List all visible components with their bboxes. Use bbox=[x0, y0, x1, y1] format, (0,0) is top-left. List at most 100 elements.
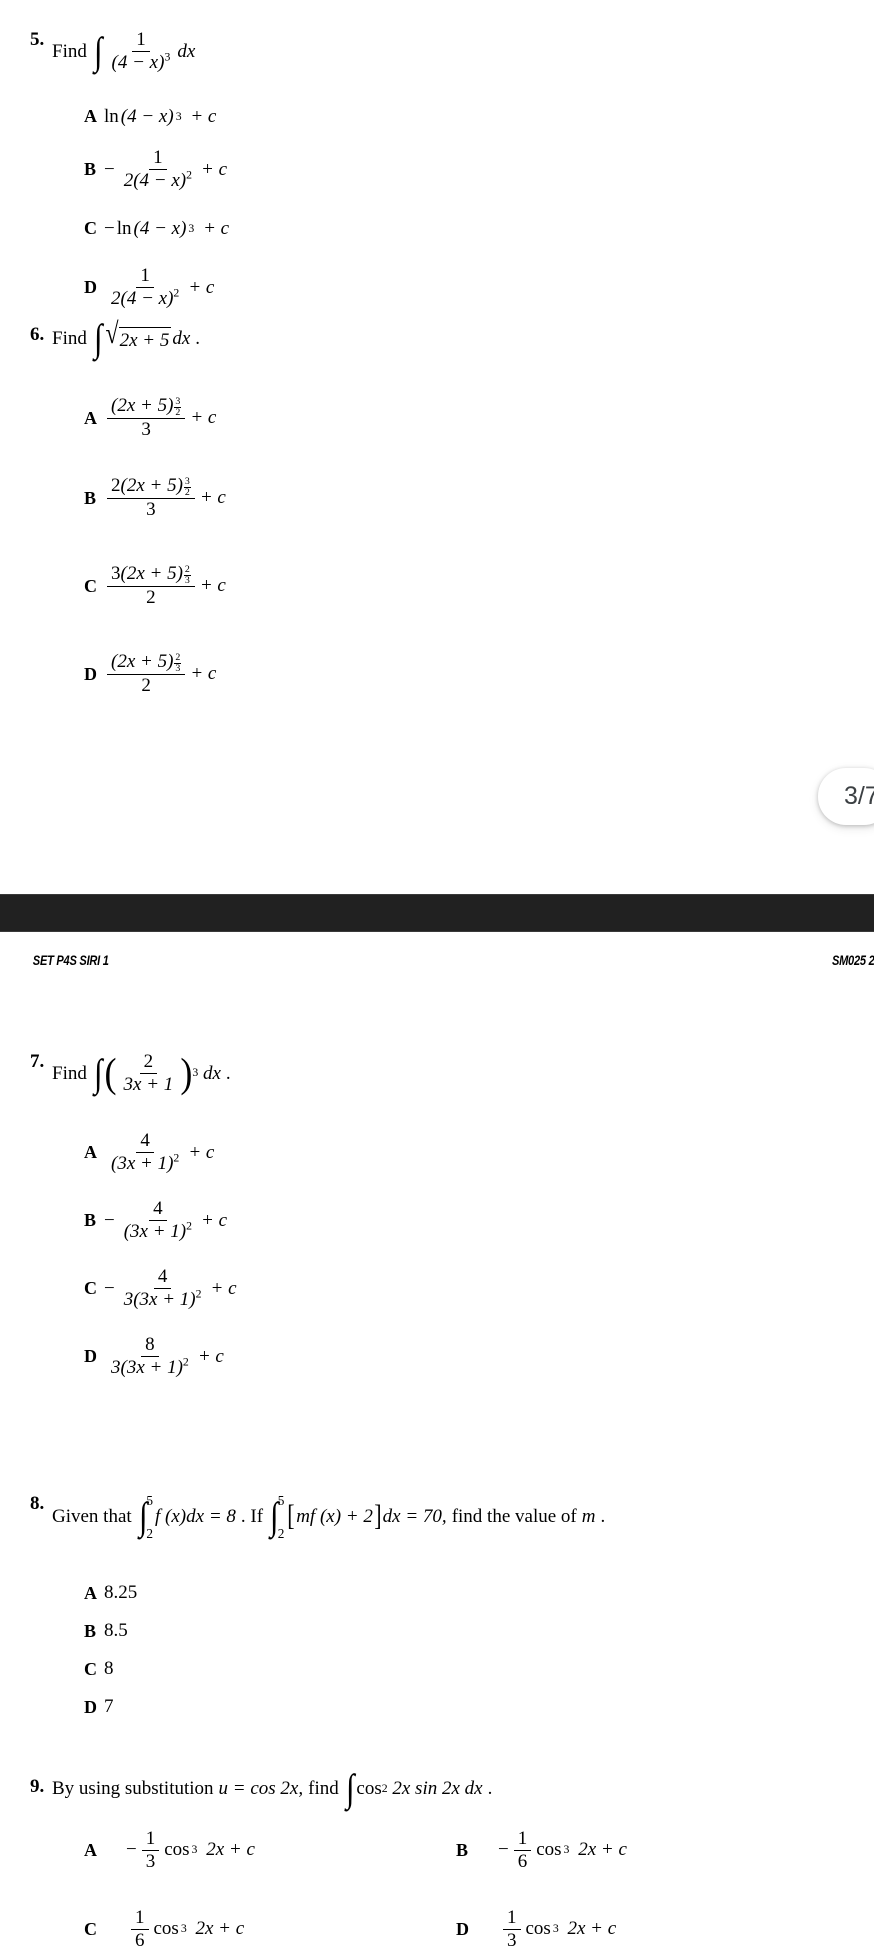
option-a-value: 8.25 bbox=[104, 1582, 138, 1603]
q5-integrand-numerator: 1 bbox=[132, 30, 150, 52]
option-d[interactable]: D 1 3 cos 3 2x + c bbox=[436, 1907, 872, 1951]
option-c[interactable]: C 1 6 cos 3 2x + c bbox=[0, 1907, 436, 1951]
question-9-options: A − 1 3 cos 3 2x + c B − 1 6 cos 3 2x + … bbox=[0, 1828, 874, 1951]
q6-radicand: 2x + 5 bbox=[118, 326, 172, 353]
question-6-lead: Find bbox=[52, 327, 87, 349]
question-9-mid: find bbox=[308, 1778, 339, 1799]
integral-expression: ∫ cos 2 2x sin 2x dx bbox=[345, 1767, 483, 1811]
option-b-letter: B bbox=[84, 1620, 97, 1641]
q7-inner-numerator: 2 bbox=[139, 1052, 158, 1074]
q7-differential: dx bbox=[202, 1062, 221, 1084]
q5-d-denominator-exponent: 2 bbox=[173, 287, 180, 301]
q7-b-numerator: 4 bbox=[149, 1199, 167, 1222]
radical-icon: √ bbox=[105, 317, 119, 351]
question-9-number: 9. bbox=[30, 1776, 45, 1797]
q7-a-constant: + c bbox=[188, 1141, 215, 1163]
q9-c-argument: 2x + c bbox=[195, 1918, 245, 1940]
question-7-prompt: 7. Find ∫ ( 2 3x + 1 ) 3 dx . bbox=[0, 1049, 874, 1096]
q5-b-denominator-exponent: 2 bbox=[186, 169, 193, 183]
document-page-2: SET P4S SIRI 1 SM025 2024/25 7. Find ∫ (… bbox=[0, 932, 874, 1955]
q6-b-numerator-base: (2x + 5) bbox=[120, 475, 183, 497]
right-paren: ) bbox=[180, 1049, 193, 1096]
q8-int2-after: dx = 70, bbox=[382, 1506, 447, 1528]
q6-differential: dx bbox=[172, 327, 191, 349]
q5-integrand-denominator-exponent: 3 bbox=[164, 50, 171, 64]
integral-expression: ∫ √ 2x + 5 dx bbox=[92, 316, 191, 360]
option-b[interactable]: B − 1 6 cos 3 2x + c bbox=[436, 1828, 872, 1872]
option-c[interactable]: C − 4 3(3x + 1)2 + c bbox=[0, 1255, 874, 1323]
question-9-prompt: 9. By using substitution u = cos 2x, fin… bbox=[0, 1767, 874, 1811]
option-a-letter: A bbox=[84, 1142, 97, 1163]
q7-a-numerator: 4 bbox=[136, 1131, 154, 1154]
question-8-tail: find the value of bbox=[451, 1506, 577, 1528]
q9-a-numerator: 1 bbox=[141, 1828, 160, 1851]
option-d[interactable]: D (2x + 5) 2 3 2 + c bbox=[0, 630, 874, 718]
option-a-letter: A bbox=[84, 106, 97, 127]
q7-c-denominator: 3(3x + 1) bbox=[123, 1289, 196, 1311]
question-8-mid: . If bbox=[240, 1506, 264, 1528]
q6-d-denominator: 2 bbox=[141, 675, 151, 697]
integral-icon: ∫ bbox=[270, 1495, 279, 1539]
q6-b-exponent-numerator: 3 bbox=[183, 475, 191, 488]
question-5-number: 5. bbox=[30, 29, 45, 50]
question-7-options: A 4 (3x + 1)2 + c B − 4 (3x + 1)2 + c C … bbox=[0, 1119, 874, 1391]
option-c[interactable]: C 3(2x + 5) 2 3 2 + c bbox=[0, 542, 874, 630]
q8-int2-body: mf (x) + 2 bbox=[296, 1506, 373, 1528]
question-7-lead: Find bbox=[52, 1062, 87, 1084]
option-d[interactable]: D 7 bbox=[0, 1688, 874, 1726]
q9-a-sign: − bbox=[126, 1839, 137, 1861]
option-b[interactable]: B 2(2x + 5) 3 2 3 + c bbox=[0, 454, 874, 542]
q7-inner-denominator: 3x + 1 bbox=[123, 1073, 174, 1095]
option-d-letter: D bbox=[84, 1346, 97, 1367]
option-a[interactable]: A 8.25 bbox=[0, 1574, 874, 1612]
q6-b-constant: + c bbox=[199, 487, 226, 509]
option-d[interactable]: D 8 3(3x + 1)2 + c bbox=[0, 1323, 874, 1391]
q8-int1-body: f (x)dx = 8 bbox=[155, 1506, 236, 1528]
q9-d-numerator: 1 bbox=[503, 1907, 521, 1930]
q7-c-sign: − bbox=[104, 1277, 115, 1299]
q6-a-numerator-base: (2x + 5) bbox=[111, 395, 174, 417]
question-6-prompt: 6. Find ∫ √ 2x + 5 dx . bbox=[0, 316, 874, 360]
option-b[interactable]: B − 4 (3x + 1)2 + c bbox=[0, 1187, 874, 1255]
option-a[interactable]: A 4 (3x + 1)2 + c bbox=[0, 1119, 874, 1187]
option-a[interactable]: A ln (4 − x) 3 + c bbox=[0, 95, 874, 139]
q6-b-coefficient: 2 bbox=[111, 475, 121, 497]
option-c[interactable]: C − ln (4 − x) 3 + c bbox=[0, 201, 874, 257]
header-course-code: SM025 2024/25 bbox=[831, 952, 874, 968]
q7-d-numerator: 8 bbox=[141, 1335, 159, 1358]
q6-c-exponent-numerator: 2 bbox=[183, 563, 191, 576]
page-indicator-badge[interactable]: 3/7 bbox=[818, 768, 874, 825]
q6-c-numerator-base: (2x + 5) bbox=[120, 563, 183, 585]
question-9-tail: . bbox=[487, 1778, 493, 1799]
option-b[interactable]: B − 1 2(4 − x)2 + c bbox=[0, 139, 874, 201]
q5-a-constant: + c bbox=[190, 105, 217, 127]
option-d-letter: D bbox=[456, 1918, 469, 1939]
integral-icon: ∫ bbox=[93, 316, 103, 360]
option-d-letter: D bbox=[84, 663, 97, 684]
question-5-prompt: 5. Find ∫ 1 (4 − x)3 dx bbox=[0, 29, 874, 73]
q6-d-numerator-base: (2x + 5) bbox=[111, 651, 174, 673]
q5-c-function: ln bbox=[116, 217, 132, 239]
q5-differential: dx bbox=[177, 40, 196, 62]
option-a-letter: A bbox=[84, 1839, 97, 1860]
q9-d-denominator: 3 bbox=[507, 1929, 517, 1951]
question-8-options: A 8.25 B 8.5 C 8 D 7 bbox=[0, 1574, 874, 1726]
definite-integral-2: ∫ 5 2 [ mf (x) + 2 ] dx = 70, bbox=[268, 1494, 447, 1540]
integral-icon: ∫ bbox=[93, 1051, 103, 1095]
integral-expression: ∫ ( 2 3x + 1 ) 3 dx bbox=[93, 1049, 221, 1096]
q9-a-argument: 2x + c bbox=[206, 1839, 255, 1861]
option-a[interactable]: A (2x + 5) 3 2 3 + c bbox=[0, 382, 874, 454]
option-c[interactable]: C 8 bbox=[0, 1650, 874, 1688]
option-d[interactable]: D 1 2(4 − x)2 + c bbox=[0, 257, 874, 319]
q6-d-exponent-denominator: 3 bbox=[175, 662, 181, 674]
q7-c-constant: + c bbox=[210, 1277, 237, 1299]
option-a[interactable]: A − 1 3 cos 3 2x + c bbox=[0, 1828, 436, 1872]
option-d-letter: D bbox=[84, 277, 97, 298]
option-c-letter: C bbox=[84, 1278, 97, 1299]
option-b[interactable]: B 8.5 bbox=[0, 1612, 874, 1650]
question-8: 8. Given that ∫ 5 2 f (x)dx = 8 . If ∫ 5 bbox=[0, 1493, 874, 1726]
q7-b-sign: − bbox=[104, 1209, 115, 1231]
question-7-number: 7. bbox=[30, 1051, 45, 1072]
option-c-value: 8 bbox=[104, 1658, 114, 1679]
left-paren: ( bbox=[104, 1049, 117, 1096]
